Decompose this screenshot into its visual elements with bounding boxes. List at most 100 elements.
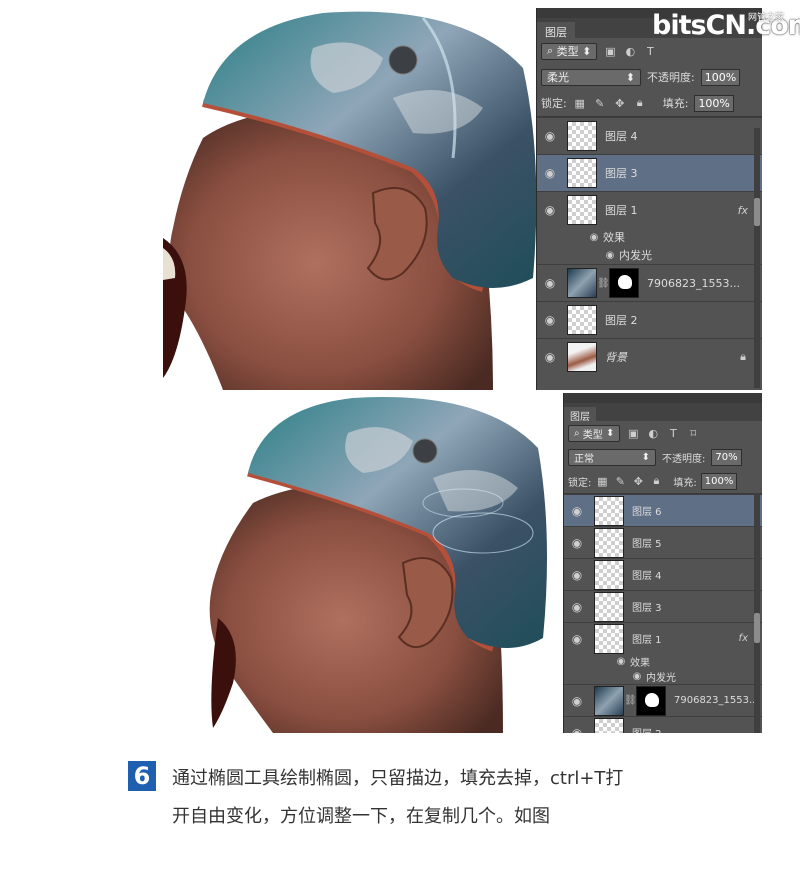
effects-row[interactable]: ◉ 效果	[537, 228, 762, 246]
effects-row[interactable]: ◉ 效果	[564, 654, 762, 669]
layer-thumbnail[interactable]	[594, 717, 624, 733]
visibility-eye-icon[interactable]: ◉	[564, 504, 590, 518]
layer-name: 图层 3	[605, 167, 638, 180]
layer-name: 图层 4	[632, 571, 662, 582]
layer-thumbnail[interactable]	[567, 268, 597, 298]
fill-label: 填充:	[673, 477, 697, 489]
layer-row[interactable]: ◉ 图层 3	[564, 590, 762, 622]
layer-thumbnail[interactable]	[567, 305, 597, 335]
layer-thumbnail[interactable]	[594, 685, 624, 716]
blend-mode-select[interactable]: 柔光 ⬍	[541, 68, 641, 86]
lock-transparent-icon[interactable]: ▦	[595, 474, 609, 488]
lock-move-icon[interactable]: ✥	[631, 474, 645, 488]
inner-glow-visibility-icon[interactable]: ◉	[628, 671, 646, 682]
visibility-eye-icon[interactable]: ◉	[564, 600, 590, 614]
visibility-eye-icon[interactable]: ◉	[564, 694, 590, 708]
blend-row: 正常 ⬍ 不透明度: 70%	[564, 445, 762, 469]
layer-row[interactable]: ◉ 图层 5	[564, 526, 762, 558]
scrollbar-thumb[interactable]	[754, 198, 760, 226]
layer-row[interactable]: ◉ ⛓ 7906823_1553...	[537, 264, 762, 301]
fill-field[interactable]: 100%	[694, 94, 734, 112]
lock-all-icon[interactable]: 🔒︎	[649, 474, 663, 488]
tab-layers[interactable]: 图层	[564, 407, 596, 423]
layer-row[interactable]: ◉ ⛓ 7906823_1553...	[564, 684, 762, 716]
step-number-badge: 6	[128, 761, 156, 791]
blend-mode-select[interactable]: 正常 ⬍	[568, 448, 656, 466]
link-chain-icon[interactable]: ⛓	[624, 695, 637, 706]
effects-visibility-icon[interactable]: ◉	[585, 232, 603, 243]
layer-row[interactable]: ◉ 图层 4	[564, 558, 762, 590]
search-icon: ⌕	[547, 44, 554, 57]
layer-thumbnail[interactable]	[567, 158, 597, 188]
layer-row[interactable]: ◉ 图层 6	[564, 494, 762, 526]
layer-row[interactable]: ◉ 背景 🔒︎	[537, 338, 762, 375]
layer-name: 图层 1	[632, 635, 662, 646]
layer-row[interactable]: ◉ 图层 4	[537, 117, 762, 154]
scrollbar-thumb[interactable]	[754, 613, 760, 643]
chevron-updown-icon: ⬍	[641, 451, 650, 463]
watermark-subtext: 网管之家	[748, 13, 785, 23]
layer-thumbnail[interactable]	[594, 591, 624, 622]
image-filter-icon[interactable]: ▣	[626, 426, 640, 440]
visibility-eye-icon[interactable]: ◉	[537, 276, 563, 290]
visibility-eye-icon[interactable]: ◉	[537, 129, 563, 143]
visibility-eye-icon[interactable]: ◉	[564, 726, 590, 734]
lock-brush-icon[interactable]: ✎	[613, 474, 627, 488]
layer-effects-fx-icon[interactable]: fx	[738, 204, 748, 217]
layer-thumbnail[interactable]	[594, 527, 624, 558]
lock-move-icon[interactable]: ✥	[613, 96, 627, 110]
lock-row: 锁定: ▦ ✎ ✥ 🔒︎ 填充: 100%	[537, 90, 762, 116]
visibility-eye-icon[interactable]: ◉	[564, 568, 590, 582]
visibility-eye-icon[interactable]: ◉	[537, 203, 563, 217]
layer-scrollbar[interactable]	[754, 128, 760, 388]
visibility-eye-icon[interactable]: ◉	[564, 536, 590, 550]
layer-thumbnail[interactable]	[594, 623, 624, 654]
layer-name: 图层 3	[632, 603, 662, 614]
lock-brush-icon[interactable]: ✎	[593, 96, 607, 110]
layer-row[interactable]: ◉ 图层 2	[537, 301, 762, 338]
artwork-head-space-cap	[163, 8, 536, 390]
visibility-eye-icon[interactable]: ◉	[537, 350, 563, 364]
opacity-field[interactable]: 70%	[711, 448, 742, 466]
type-filter-icon[interactable]: T	[666, 426, 680, 440]
filter-row: ⌕ 类型 ⬍ ▣ ◐ T	[537, 38, 762, 64]
layer-name: 图层 4	[605, 130, 638, 143]
layer-name: 背景	[605, 351, 627, 364]
layer-row[interactable]: ◉ 图层 1 fx	[537, 191, 762, 228]
lock-transparent-icon[interactable]: ▦	[573, 96, 587, 110]
shape-filter-icon[interactable]: ⌑	[686, 426, 700, 440]
adjustment-filter-icon[interactable]: ◐	[623, 44, 637, 58]
inner-glow-visibility-icon[interactable]: ◉	[601, 250, 619, 261]
caption-line-1: 通过椭圆工具绘制椭圆，只留描边，填充去掉，ctrl+T打	[172, 768, 624, 789]
layer-thumbnail[interactable]	[567, 195, 597, 225]
layer-scrollbar[interactable]	[754, 493, 760, 733]
type-filter-icon[interactable]: T	[643, 44, 657, 58]
caption-line-2: 开自由变化，方位调整一下，在复制几个。如图	[172, 806, 550, 827]
layer-thumbnail[interactable]	[567, 121, 597, 151]
layer-mask-thumbnail[interactable]	[636, 685, 666, 716]
effects-visibility-icon[interactable]: ◉	[612, 656, 630, 667]
layer-mask-thumbnail[interactable]	[609, 268, 639, 298]
layer-thumbnail[interactable]	[594, 559, 624, 590]
image-filter-icon[interactable]: ▣	[603, 44, 617, 58]
visibility-eye-icon[interactable]: ◉	[537, 313, 563, 327]
layer-row[interactable]: ◉ 图层 2	[564, 716, 762, 733]
layer-name: 图层 5	[632, 539, 662, 550]
filter-kind-select[interactable]: ⌕ 类型 ⬍	[568, 424, 621, 442]
visibility-eye-icon[interactable]: ◉	[537, 166, 563, 180]
link-chain-icon[interactable]: ⛓	[597, 278, 610, 289]
lock-all-icon[interactable]: 🔒︎	[633, 96, 647, 110]
layer-effects-fx-icon[interactable]: fx	[739, 633, 748, 644]
opacity-field[interactable]: 100%	[700, 68, 741, 86]
adjustment-filter-icon[interactable]: ◐	[646, 426, 660, 440]
inner-glow-effect-row[interactable]: ◉ 内发光	[537, 246, 762, 264]
layer-row[interactable]: ◉ 图层 1 fx	[564, 622, 762, 654]
layer-thumbnail[interactable]	[594, 495, 624, 526]
visibility-eye-icon[interactable]: ◉	[564, 632, 590, 646]
fill-field[interactable]: 100%	[700, 472, 738, 490]
layer-row[interactable]: ◉ 图层 3	[537, 154, 762, 191]
inner-glow-effect-row[interactable]: ◉ 内发光	[564, 669, 762, 684]
layer-thumbnail[interactable]	[567, 342, 597, 372]
filter-kind-select[interactable]: ⌕ 类型 ⬍	[541, 42, 598, 60]
tab-layers[interactable]: 图层	[537, 22, 575, 39]
